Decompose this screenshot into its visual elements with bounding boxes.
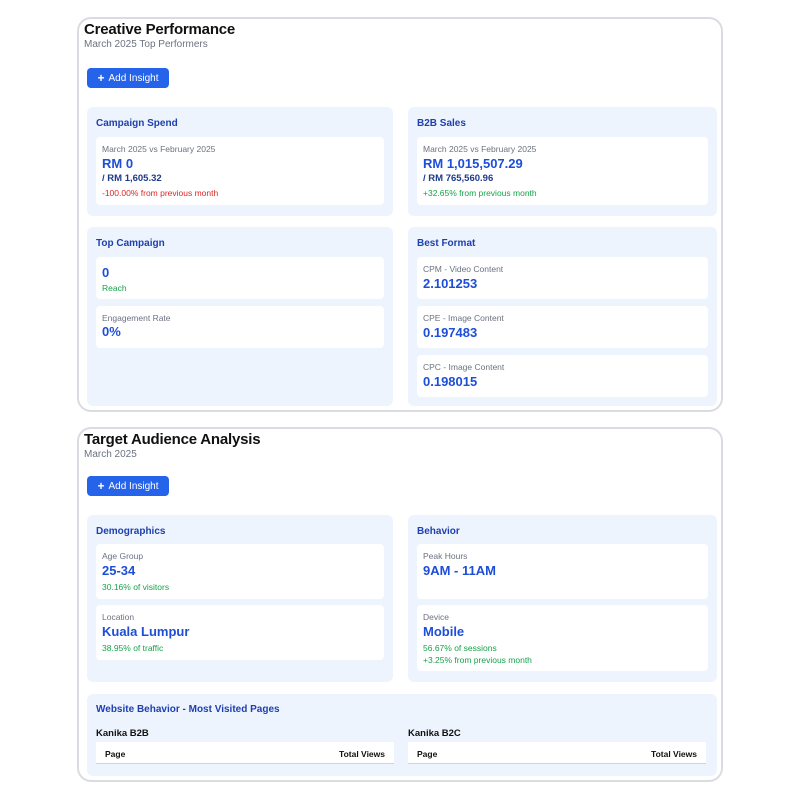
panel-title: Campaign Spend: [96, 118, 178, 129]
creative-performance-section: Creative Performance March 2025 Top Perf…: [77, 17, 723, 412]
panel-title: Top Campaign: [96, 238, 165, 249]
format-card: CPE - Image Content 0.197483: [417, 306, 708, 348]
column-header-total-views[interactable]: Total Views: [339, 749, 385, 759]
age-group-card: Age Group 25-34 30.16% of visitors: [96, 544, 384, 599]
column-header-page[interactable]: Page: [105, 749, 125, 759]
section-title: Target Audience Analysis: [84, 431, 261, 448]
panel-title: Best Format: [417, 238, 476, 249]
panel-title: Website Behavior - Most Visited Pages: [96, 704, 280, 715]
section-subtitle: March 2025: [84, 449, 137, 460]
age-group-value: 25-34: [102, 563, 136, 578]
behavior-panel: Behavior Peak Hours 9AM - 11AM Device Mo…: [408, 515, 717, 682]
best-format-panel: Best Format CPM - Video Content 2.101253…: [408, 227, 717, 406]
section-subtitle: March 2025 Top Performers: [84, 39, 208, 50]
device-card: Device Mobile 56.67% of sessions +3.25% …: [417, 605, 708, 671]
age-group-label: Age Group: [102, 551, 144, 561]
device-change: +3.25% from previous month: [423, 655, 532, 665]
add-insight-label: Add Insight: [108, 480, 159, 492]
change-text: -100.00% from previous month: [102, 188, 219, 198]
reach-card: 0 Reach: [96, 257, 384, 299]
format-label: CPM - Video Content: [423, 264, 504, 274]
table-title-b2b: Kanika B2B: [96, 728, 149, 739]
previous-value: / RM 765,560.96: [423, 173, 494, 184]
previous-value: / RM 1,605.32: [102, 173, 162, 184]
device-value: Mobile: [423, 624, 465, 639]
plus-icon: +: [97, 479, 105, 493]
format-value: 0.197483: [423, 325, 478, 340]
peak-hours-value: 9AM - 11AM: [423, 563, 496, 578]
format-card: CPM - Video Content 2.101253: [417, 257, 708, 299]
campaign-spend-panel: Campaign Spend March 2025 vs February 20…: [87, 107, 393, 216]
add-insight-label: Add Insight: [108, 72, 159, 84]
add-insight-button[interactable]: + Add Insight: [87, 476, 169, 496]
peak-hours-card: Peak Hours 9AM - 11AM: [417, 544, 708, 599]
format-label: CPE - Image Content: [423, 313, 504, 323]
column-header-page[interactable]: Page: [417, 749, 437, 759]
panel-title: B2B Sales: [417, 118, 466, 129]
target-audience-section: Target Audience Analysis March 2025 + Ad…: [77, 427, 723, 782]
format-value: 2.101253: [423, 276, 478, 291]
format-label: CPC - Image Content: [423, 362, 505, 372]
age-group-note: 30.16% of visitors: [102, 582, 170, 592]
engagement-value: 0%: [102, 324, 121, 339]
top-campaign-panel: Top Campaign 0 Reach Engagement Rate 0%: [87, 227, 393, 406]
change-text: +32.65% from previous month: [423, 188, 537, 198]
current-value: RM 1,015,507.29: [423, 156, 523, 171]
engagement-label: Engagement Rate: [102, 313, 171, 323]
device-label: Device: [423, 612, 449, 622]
b2b-sales-card: March 2025 vs February 2025 RM 1,015,507…: [417, 137, 708, 205]
column-header-total-views[interactable]: Total Views: [651, 749, 697, 759]
demographics-panel: Demographics Age Group 25-34 30.16% of v…: [87, 515, 393, 682]
add-insight-button[interactable]: + Add Insight: [87, 68, 169, 88]
table-header-b2b: Page Total Views: [96, 742, 394, 764]
b2b-sales-panel: B2B Sales March 2025 vs February 2025 RM…: [408, 107, 717, 216]
current-value: RM 0: [102, 156, 134, 171]
location-card: Location Kuala Lumpur 38.95% of traffic: [96, 605, 384, 660]
location-note: 38.95% of traffic: [102, 643, 164, 653]
format-card: CPC - Image Content 0.198015: [417, 355, 708, 397]
comparison-label: March 2025 vs February 2025: [423, 144, 537, 154]
engagement-card: Engagement Rate 0%: [96, 306, 384, 348]
panel-title: Demographics: [96, 526, 166, 537]
comparison-label: March 2025 vs February 2025: [102, 144, 216, 154]
table-header-b2c: Page Total Views: [408, 742, 706, 764]
peak-hours-label: Peak Hours: [423, 551, 468, 561]
campaign-spend-card: March 2025 vs February 2025 RM 0 / RM 1,…: [96, 137, 384, 205]
reach-label: Reach: [102, 283, 127, 293]
plus-icon: +: [97, 71, 105, 85]
device-note: 56.67% of sessions: [423, 643, 497, 653]
panel-title: Behavior: [417, 526, 460, 537]
reach-value: 0: [102, 265, 110, 280]
format-value: 0.198015: [423, 374, 478, 389]
section-title: Creative Performance: [84, 21, 236, 38]
website-behavior-panel: Website Behavior - Most Visited Pages Ka…: [87, 694, 717, 776]
location-value: Kuala Lumpur: [102, 624, 190, 639]
table-title-b2c: Kanika B2C: [408, 728, 461, 739]
location-label: Location: [102, 612, 135, 622]
